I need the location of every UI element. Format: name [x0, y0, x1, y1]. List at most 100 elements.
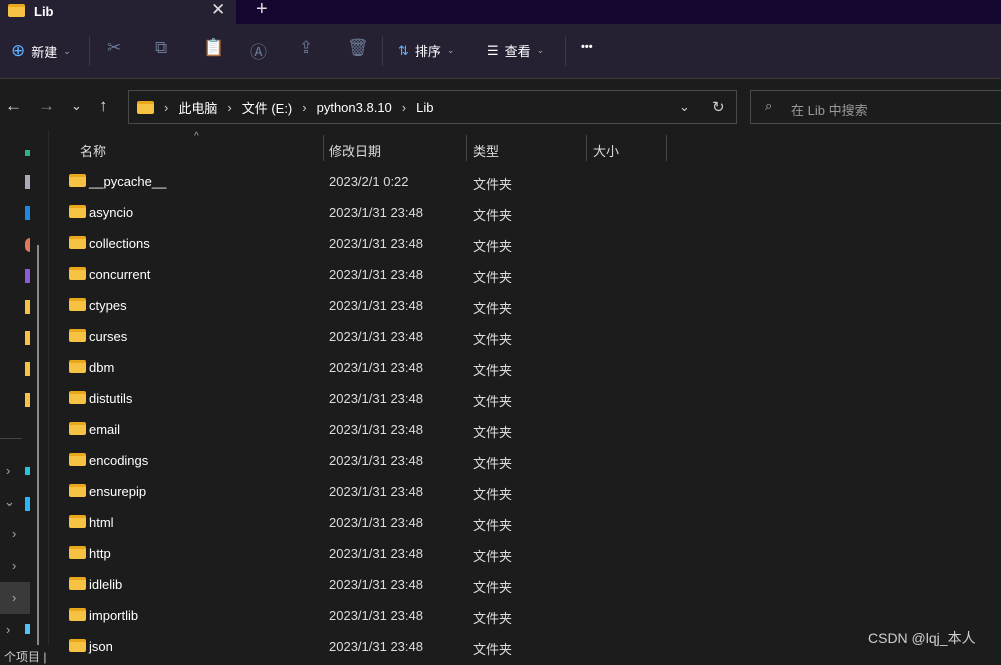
more-button[interactable]: ••• [581, 41, 593, 53]
history-dropdown-icon[interactable]: ⌄ [679, 99, 690, 115]
folder-icon [69, 546, 86, 559]
file-date: 2023/1/31 23:48 [329, 205, 423, 220]
breadcrumb-python[interactable]: python3.8.10 [317, 100, 392, 115]
file-row[interactable]: collections 2023/1/31 23:48 文件夹 [60, 228, 660, 259]
divider [565, 36, 566, 66]
nav-icon[interactable] [25, 238, 30, 252]
file-type: 文件夹 [473, 239, 513, 254]
file-name: importlib [89, 608, 139, 623]
nav-icon[interactable] [25, 467, 30, 475]
column-divider[interactable] [586, 135, 587, 161]
column-header-name[interactable]: 名称 [80, 141, 106, 160]
breadcrumb-drive[interactable]: 文件 (E:) [242, 98, 293, 117]
file-type: 文件夹 [473, 580, 513, 595]
nav-scrollbar[interactable] [37, 245, 39, 645]
file-row[interactable]: __pycache__ 2023/2/1 0:22 文件夹 [60, 166, 660, 197]
chevron-right-icon[interactable]: › [6, 622, 10, 637]
file-row[interactable]: html 2023/1/31 23:48 文件夹 [60, 507, 660, 538]
file-row[interactable]: importlib 2023/1/31 23:48 文件夹 [60, 600, 660, 631]
chevron-down-icon: ⌄ [446, 45, 455, 55]
file-name: html [89, 515, 114, 530]
recent-chevron-icon[interactable]: ⌄ [71, 98, 82, 114]
navigation-pane: › ⌄ › › › › [0, 130, 30, 655]
address-bar[interactable]: › 此电脑 › 文件 (E:) › python3.8.10 › Lib ⌄ ↻ [128, 90, 737, 124]
chevron-right-icon: › [401, 99, 407, 115]
chevron-right-icon[interactable]: › [12, 558, 16, 573]
view-button[interactable]: ☰ 查看 ⌄ [487, 41, 544, 60]
file-type: 文件夹 [473, 549, 513, 564]
file-row[interactable]: encodings 2023/1/31 23:48 文件夹 [60, 445, 660, 476]
nav-icon[interactable] [25, 175, 30, 189]
tab-lib[interactable]: Lib ✕ [0, 0, 236, 24]
file-type: 文件夹 [473, 487, 513, 502]
file-type: 文件夹 [473, 301, 513, 316]
share-icon[interactable]: ⇪ [299, 38, 313, 58]
plus-circle-icon: ⊕ [11, 41, 26, 60]
file-type: 文件夹 [473, 425, 513, 440]
file-row[interactable]: json 2023/1/31 23:48 文件夹 [60, 631, 660, 662]
chevron-right-icon: › [227, 99, 232, 115]
column-divider[interactable] [323, 135, 324, 161]
chevron-right-icon: › [302, 99, 307, 115]
nav-icon[interactable] [25, 497, 30, 511]
nav-folder-icon[interactable] [25, 331, 30, 345]
file-name: email [89, 422, 121, 437]
column-divider[interactable] [466, 135, 467, 161]
chevron-down-icon[interactable]: ⌄ [4, 494, 15, 510]
chevron-right-icon[interactable]: › [12, 526, 16, 541]
file-date: 2023/1/31 23:48 [329, 298, 423, 313]
file-row[interactable]: ensurepip 2023/1/31 23:48 文件夹 [60, 476, 660, 507]
file-date: 2023/1/31 23:48 [329, 546, 423, 561]
new-button[interactable]: ⊕ 新建 ⌄ [11, 41, 71, 61]
file-row[interactable]: idlelib 2023/1/31 23:48 文件夹 [60, 569, 660, 600]
file-row[interactable]: dbm 2023/1/31 23:48 文件夹 [60, 352, 660, 383]
nav-icon[interactable] [25, 269, 30, 283]
refresh-icon[interactable]: ↻ [712, 98, 725, 116]
nav-folder-icon[interactable] [25, 362, 30, 376]
nav-icon[interactable] [25, 150, 30, 156]
file-row[interactable]: curses 2023/1/31 23:48 文件夹 [60, 321, 660, 352]
file-row[interactable]: http 2023/1/31 23:48 文件夹 [60, 538, 660, 569]
forward-icon[interactable]: → [38, 96, 55, 116]
copy-icon[interactable]: ⧉ [155, 38, 167, 58]
file-row[interactable]: ctypes 2023/1/31 23:48 文件夹 [60, 290, 660, 321]
file-type: 文件夹 [473, 177, 513, 192]
nav-icon[interactable] [25, 206, 30, 220]
column-divider[interactable] [666, 135, 667, 161]
file-date: 2023/1/31 23:48 [329, 422, 423, 437]
delete-icon[interactable]: 🗑 [347, 38, 369, 58]
file-row[interactable]: email 2023/1/31 23:48 文件夹 [60, 414, 660, 445]
nav-folder-icon[interactable] [25, 393, 30, 407]
cut-icon[interactable]: ✂ [107, 38, 121, 58]
file-row[interactable]: asyncio 2023/1/31 23:48 文件夹 [60, 197, 660, 228]
folder-icon [69, 515, 86, 528]
paste-icon[interactable]: 📋 [203, 38, 224, 58]
column-header-type[interactable]: 类型 [473, 141, 499, 160]
title-bar: Lib ✕ + [0, 0, 1001, 24]
file-type: 文件夹 [473, 611, 513, 626]
file-date: 2023/1/31 23:48 [329, 360, 423, 375]
nav-folder-icon[interactable] [25, 300, 30, 314]
folder-icon [69, 484, 86, 497]
column-header-date[interactable]: 修改日期 [329, 141, 381, 160]
file-date: 2023/1/31 23:48 [329, 267, 423, 282]
breadcrumb-lib[interactable]: Lib [416, 100, 433, 115]
new-tab-button[interactable]: + [256, 0, 268, 21]
close-tab-button[interactable]: ✕ [211, 0, 225, 20]
rename-icon[interactable]: Ⓐ [250, 38, 267, 63]
up-icon[interactable]: ↑ [99, 96, 108, 116]
sort-button[interactable]: ⇅ 排序 ⌄ [398, 41, 454, 60]
file-date: 2023/1/31 23:48 [329, 484, 423, 499]
search-icon: ⌕ [765, 98, 773, 113]
file-row[interactable]: concurrent 2023/1/31 23:48 文件夹 [60, 259, 660, 290]
column-header-size[interactable]: 大小 [593, 141, 619, 160]
back-icon[interactable]: ← [5, 96, 22, 116]
folder-icon [69, 329, 86, 342]
chevron-right-icon[interactable]: › [6, 463, 10, 478]
selected-nav-item[interactable]: › [0, 582, 30, 614]
file-row[interactable]: distutils 2023/1/31 23:48 文件夹 [60, 383, 660, 414]
search-input[interactable]: ⌕ 在 Lib 中搜索 [750, 90, 1001, 124]
breadcrumb-this-pc[interactable]: 此电脑 [178, 98, 217, 117]
folder-icon [69, 453, 86, 466]
nav-icon[interactable] [25, 624, 30, 634]
